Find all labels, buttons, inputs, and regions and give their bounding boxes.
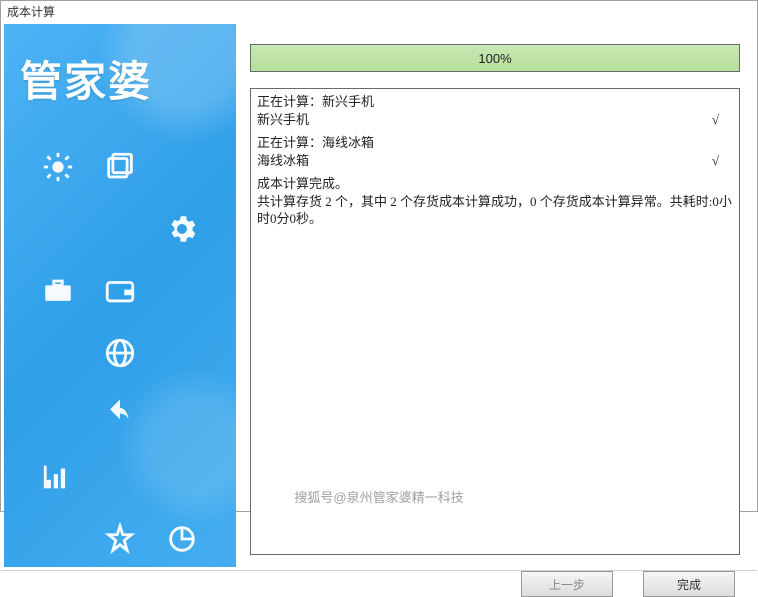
button-row: 上一步 完成 (1, 570, 757, 597)
check-mark-icon: √ (712, 152, 733, 170)
blank-icon (158, 387, 206, 443)
progress-bar: 100% (250, 44, 740, 72)
progress-label: 100% (478, 51, 511, 66)
log-line: 新兴手机 (257, 111, 309, 129)
blank-icon (158, 449, 206, 505)
check-mark-icon: √ (712, 111, 733, 129)
window-title: 成本计算 (1, 1, 757, 21)
content-area: 100% 正在计算：新兴手机 新兴手机 √ 正在计算：海线冰箱 海线冰箱 √ (236, 24, 754, 567)
finish-button[interactable]: 完成 (643, 571, 735, 597)
gear-icon (158, 201, 206, 257)
log-line: 正在计算：新兴手机 (257, 93, 733, 111)
pie-chart-icon (158, 511, 206, 567)
blank-icon (158, 325, 206, 381)
sidebar: 管家婆 (4, 24, 236, 567)
brand-logo: 管家婆 (4, 24, 236, 119)
sidebar-icon-grid (4, 119, 236, 567)
prev-button[interactable]: 上一步 (521, 571, 613, 597)
bar-chart-icon (34, 449, 82, 505)
log-done: 成本计算完成。 (257, 175, 733, 193)
blank-icon (96, 201, 144, 257)
blank-icon (34, 201, 82, 257)
briefcase-icon (34, 263, 82, 319)
globe-icon (96, 325, 144, 381)
blank-icon (158, 263, 206, 319)
log-output: 正在计算：新兴手机 新兴手机 √ 正在计算：海线冰箱 海线冰箱 √ 成本计算完成… (250, 88, 740, 555)
stack-icon (96, 139, 144, 195)
cost-calc-window: 成本计算 管家婆 (0, 0, 758, 512)
undo-icon (96, 387, 144, 443)
blank-icon (96, 449, 144, 505)
sun-icon (34, 139, 82, 195)
log-line: 正在计算：海线冰箱 (257, 134, 733, 152)
body-area: 管家婆 (1, 21, 757, 570)
log-line: 海线冰箱 (257, 152, 309, 170)
wallet-icon (96, 263, 144, 319)
blank-icon (34, 387, 82, 443)
star-icon (96, 511, 144, 567)
blank-icon (158, 139, 206, 195)
blank-icon (34, 325, 82, 381)
blank-icon (34, 511, 82, 567)
log-summary: 共计算存货 2 个，其中 2 个存货成本计算成功，0 个存货成本计算异常。共耗时… (257, 193, 733, 228)
